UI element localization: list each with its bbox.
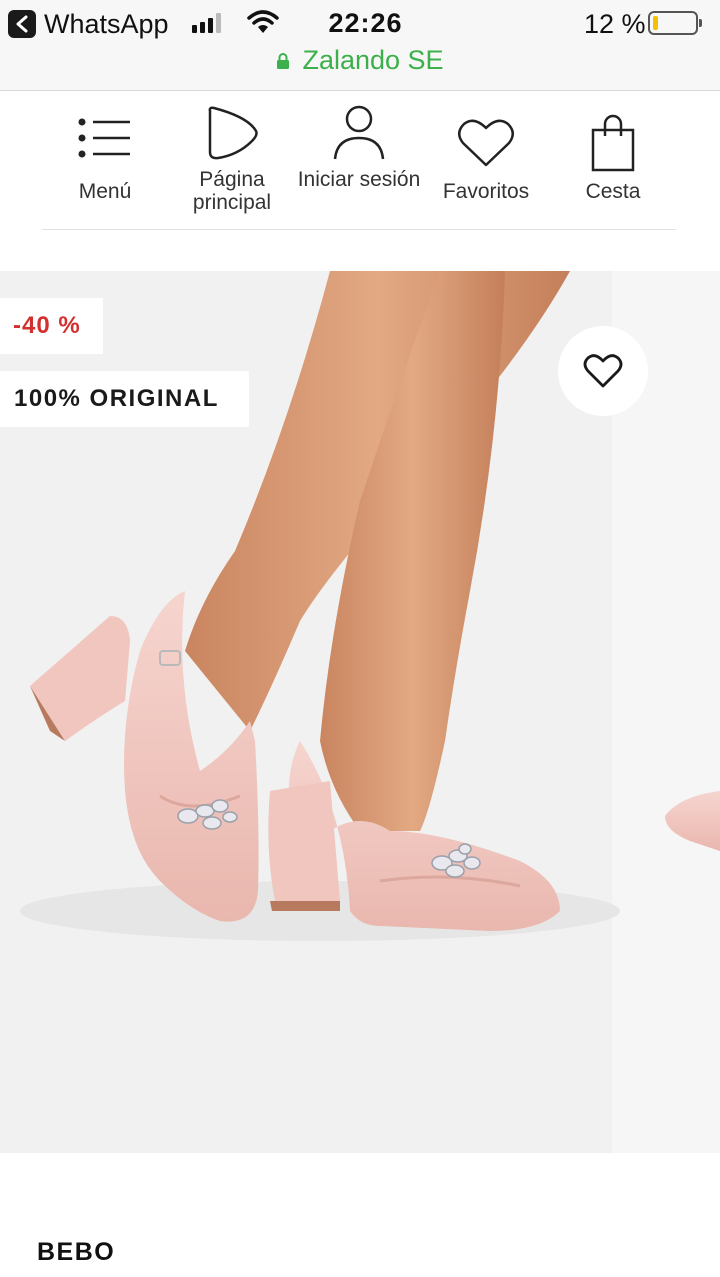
clock-time: 22:26 [328,8,403,38]
nav-label-favorites: Favoritos [442,180,530,203]
menu-list-icon [78,118,130,158]
lock-icon [277,52,290,69]
home-logo-icon [208,106,258,160]
url-domain: Zalando SE [302,45,444,75]
user-icon [333,105,385,160]
status-bar: WhatsApp 22:26 12 % Zalando SE [0,0,720,91]
nav-label-menu: Menú [78,180,132,203]
heart-outline-icon [583,354,623,388]
bag-icon [591,114,635,172]
nav-label-home: Página principal [192,168,272,214]
nav-item-login[interactable]: Iniciar sesión [296,90,422,229]
authenticity-badge: 100% ORIGINAL [0,371,249,427]
nav-label-cart: Cesta [585,180,641,203]
url-bar[interactable]: Zalando SE [0,45,720,76]
nav-label-login: Iniciar sesión [297,168,421,191]
top-navigation: Menú Página principal Iniciar sesión Fav… [42,90,676,230]
battery-percentage: 12 % [584,9,646,39]
heart-icon [458,119,514,167]
nav-item-cart[interactable]: Cesta [550,90,676,229]
nav-item-home[interactable]: Página principal [169,90,295,229]
add-to-favorites-button[interactable] [558,326,648,416]
battery-icon [648,11,702,35]
product-brand[interactable]: BEBO [37,1238,115,1267]
nav-item-menu[interactable]: Menú [42,90,168,229]
nav-item-favorites[interactable]: Favoritos [423,90,549,229]
discount-badge: -40 % [0,298,103,354]
